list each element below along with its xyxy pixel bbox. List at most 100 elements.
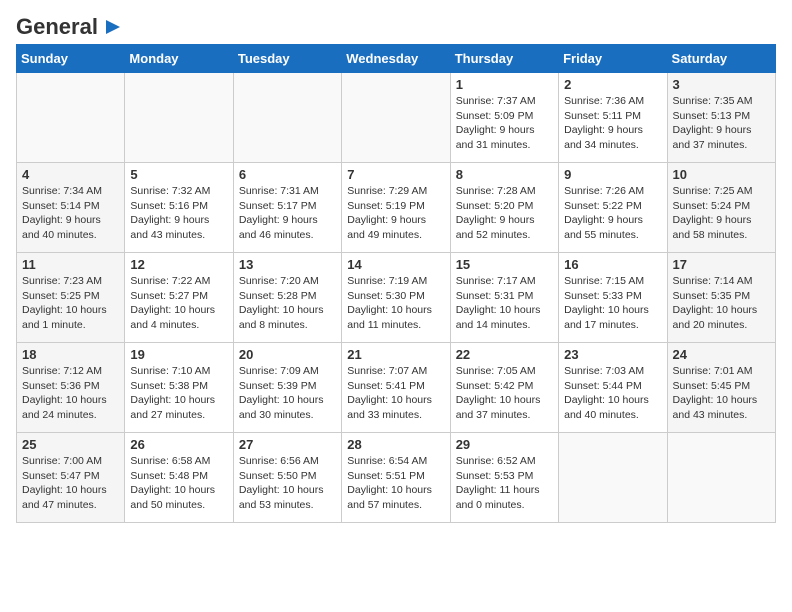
day-info: Sunrise: 7:37 AMSunset: 5:09 PMDaylight:… bbox=[456, 94, 553, 153]
weekday-header-tuesday: Tuesday bbox=[233, 45, 341, 73]
day-number: 19 bbox=[130, 347, 227, 362]
day-info: Sunrise: 7:26 AMSunset: 5:22 PMDaylight:… bbox=[564, 184, 661, 243]
logo-icon bbox=[100, 16, 122, 38]
day-info: Sunrise: 7:03 AMSunset: 5:44 PMDaylight:… bbox=[564, 364, 661, 423]
day-number: 3 bbox=[673, 77, 770, 92]
day-info: Sunrise: 6:54 AMSunset: 5:51 PMDaylight:… bbox=[347, 454, 444, 513]
calendar-cell: 14 Sunrise: 7:19 AMSunset: 5:30 PMDayligh… bbox=[342, 253, 450, 343]
calendar-cell: 2 Sunrise: 7:36 AMSunset: 5:11 PMDaylight… bbox=[559, 73, 667, 163]
calendar-cell: 8 Sunrise: 7:28 AMSunset: 5:20 PMDaylight… bbox=[450, 163, 558, 253]
logo-general: General bbox=[16, 14, 98, 39]
calendar-cell: 19 Sunrise: 7:10 AMSunset: 5:38 PMDayligh… bbox=[125, 343, 233, 433]
day-number: 9 bbox=[564, 167, 661, 182]
day-info: Sunrise: 6:52 AMSunset: 5:53 PMDaylight:… bbox=[456, 454, 553, 513]
calendar-cell: 25Sunrise: 7:00 AMSunset: 5:47 PMDayligh… bbox=[17, 433, 125, 523]
day-info: Sunrise: 7:07 AMSunset: 5:41 PMDaylight:… bbox=[347, 364, 444, 423]
day-info: Sunrise: 6:58 AMSunset: 5:48 PMDaylight:… bbox=[130, 454, 227, 513]
calendar-cell: 20 Sunrise: 7:09 AMSunset: 5:39 PMDayligh… bbox=[233, 343, 341, 433]
day-info: Sunrise: 7:20 AMSunset: 5:28 PMDaylight:… bbox=[239, 274, 336, 333]
day-number: 16 bbox=[564, 257, 661, 272]
day-info: Sunrise: 7:23 AMSunset: 5:25 PMDaylight:… bbox=[22, 274, 119, 333]
day-info: Sunrise: 7:28 AMSunset: 5:20 PMDaylight:… bbox=[456, 184, 553, 243]
day-number: 14 bbox=[347, 257, 444, 272]
calendar-cell: 10 Sunrise: 7:25 AMSunset: 5:24 PMDayligh… bbox=[667, 163, 775, 253]
day-info: Sunrise: 7:29 AMSunset: 5:19 PMDaylight:… bbox=[347, 184, 444, 243]
weekday-header-thursday: Thursday bbox=[450, 45, 558, 73]
weekday-header-friday: Friday bbox=[559, 45, 667, 73]
calendar-cell: 29 Sunrise: 6:52 AMSunset: 5:53 PMDayligh… bbox=[450, 433, 558, 523]
day-number: 6 bbox=[239, 167, 336, 182]
day-info: Sunrise: 7:32 AMSunset: 5:16 PMDaylight:… bbox=[130, 184, 227, 243]
day-info: Sunrise: 7:17 AMSunset: 5:31 PMDaylight:… bbox=[456, 274, 553, 333]
day-number: 23 bbox=[564, 347, 661, 362]
day-info: Sunrise: 7:01 AMSunset: 5:45 PMDaylight:… bbox=[673, 364, 770, 423]
calendar-cell bbox=[17, 73, 125, 163]
day-info: Sunrise: 7:22 AMSunset: 5:27 PMDaylight:… bbox=[130, 274, 227, 333]
day-number: 10 bbox=[673, 167, 770, 182]
day-info: Sunrise: 7:15 AMSunset: 5:33 PMDaylight:… bbox=[564, 274, 661, 333]
calendar-cell: 22 Sunrise: 7:05 AMSunset: 5:42 PMDayligh… bbox=[450, 343, 558, 433]
day-info: Sunrise: 7:25 AMSunset: 5:24 PMDaylight:… bbox=[673, 184, 770, 243]
weekday-header-wednesday: Wednesday bbox=[342, 45, 450, 73]
weekday-header-sunday: Sunday bbox=[17, 45, 125, 73]
day-info: Sunrise: 7:09 AMSunset: 5:39 PMDaylight:… bbox=[239, 364, 336, 423]
calendar-cell: 6 Sunrise: 7:31 AMSunset: 5:17 PMDaylight… bbox=[233, 163, 341, 253]
calendar-cell: 16 Sunrise: 7:15 AMSunset: 5:33 PMDayligh… bbox=[559, 253, 667, 343]
day-number: 29 bbox=[456, 437, 553, 452]
calendar-cell: 11 Sunrise: 7:23 AMSunset: 5:25 PMDayligh… bbox=[17, 253, 125, 343]
calendar-cell bbox=[233, 73, 341, 163]
day-info: Sunrise: 7:31 AMSunset: 5:17 PMDaylight:… bbox=[239, 184, 336, 243]
calendar-cell: 23 Sunrise: 7:03 AMSunset: 5:44 PMDayligh… bbox=[559, 343, 667, 433]
calendar-cell: 13 Sunrise: 7:20 AMSunset: 5:28 PMDayligh… bbox=[233, 253, 341, 343]
day-number: 21 bbox=[347, 347, 444, 362]
calendar-cell: 21 Sunrise: 7:07 AMSunset: 5:41 PMDayligh… bbox=[342, 343, 450, 433]
day-number: 1 bbox=[456, 77, 553, 92]
calendar-table: SundayMondayTuesdayWednesdayThursdayFrid… bbox=[16, 44, 776, 523]
calendar-cell bbox=[667, 433, 775, 523]
day-info: Sunrise: 7:35 AMSunset: 5:13 PMDaylight:… bbox=[673, 94, 770, 153]
day-number: 17 bbox=[673, 257, 770, 272]
calendar-cell: 3 Sunrise: 7:35 AMSunset: 5:13 PMDaylight… bbox=[667, 73, 775, 163]
calendar-cell: 12 Sunrise: 7:22 AMSunset: 5:27 PMDayligh… bbox=[125, 253, 233, 343]
day-info: Sunrise: 7:00 AMSunset: 5:47 PMDaylight:… bbox=[22, 454, 119, 513]
day-number: 4 bbox=[22, 167, 119, 182]
calendar-cell: 18Sunrise: 7:12 AMSunset: 5:36 PMDayligh… bbox=[17, 343, 125, 433]
day-number: 27 bbox=[239, 437, 336, 452]
calendar-cell: 7 Sunrise: 7:29 AMSunset: 5:19 PMDaylight… bbox=[342, 163, 450, 253]
day-number: 15 bbox=[456, 257, 553, 272]
calendar-cell: 26 Sunrise: 6:58 AMSunset: 5:48 PMDayligh… bbox=[125, 433, 233, 523]
day-number: 7 bbox=[347, 167, 444, 182]
day-info: Sunrise: 7:05 AMSunset: 5:42 PMDaylight:… bbox=[456, 364, 553, 423]
day-number: 20 bbox=[239, 347, 336, 362]
calendar-cell: 28 Sunrise: 6:54 AMSunset: 5:51 PMDayligh… bbox=[342, 433, 450, 523]
calendar-cell: 9 Sunrise: 7:26 AMSunset: 5:22 PMDaylight… bbox=[559, 163, 667, 253]
calendar-cell bbox=[559, 433, 667, 523]
day-info: Sunrise: 7:10 AMSunset: 5:38 PMDaylight:… bbox=[130, 364, 227, 423]
day-info: Sunrise: 7:19 AMSunset: 5:30 PMDaylight:… bbox=[347, 274, 444, 333]
calendar-cell: 27 Sunrise: 6:56 AMSunset: 5:50 PMDayligh… bbox=[233, 433, 341, 523]
day-number: 24 bbox=[673, 347, 770, 362]
day-number: 5 bbox=[130, 167, 227, 182]
day-number: 2 bbox=[564, 77, 661, 92]
day-number: 28 bbox=[347, 437, 444, 452]
calendar-cell: 17Sunrise: 7:14 AMSunset: 5:35 PMDayligh… bbox=[667, 253, 775, 343]
day-number: 26 bbox=[130, 437, 227, 452]
calendar-cell: 24 Sunrise: 7:01 AMSunset: 5:45 PMDayligh… bbox=[667, 343, 775, 433]
header: General bbox=[16, 16, 776, 34]
logo: General bbox=[16, 16, 122, 34]
day-number: 11 bbox=[22, 257, 119, 272]
day-info: Sunrise: 6:56 AMSunset: 5:50 PMDaylight:… bbox=[239, 454, 336, 513]
day-info: Sunrise: 7:36 AMSunset: 5:11 PMDaylight:… bbox=[564, 94, 661, 153]
weekday-header-monday: Monday bbox=[125, 45, 233, 73]
day-info: Sunrise: 7:12 AMSunset: 5:36 PMDaylight:… bbox=[22, 364, 119, 423]
day-number: 12 bbox=[130, 257, 227, 272]
weekday-header-saturday: Saturday bbox=[667, 45, 775, 73]
day-info: Sunrise: 7:34 AMSunset: 5:14 PMDaylight:… bbox=[22, 184, 119, 243]
day-number: 13 bbox=[239, 257, 336, 272]
day-number: 22 bbox=[456, 347, 553, 362]
calendar-cell bbox=[125, 73, 233, 163]
calendar-cell: 5 Sunrise: 7:32 AMSunset: 5:16 PMDaylight… bbox=[125, 163, 233, 253]
day-number: 8 bbox=[456, 167, 553, 182]
calendar-cell: 1 Sunrise: 7:37 AMSunset: 5:09 PMDaylight… bbox=[450, 73, 558, 163]
calendar-cell: 4 Sunrise: 7:34 AMSunset: 5:14 PMDaylight… bbox=[17, 163, 125, 253]
